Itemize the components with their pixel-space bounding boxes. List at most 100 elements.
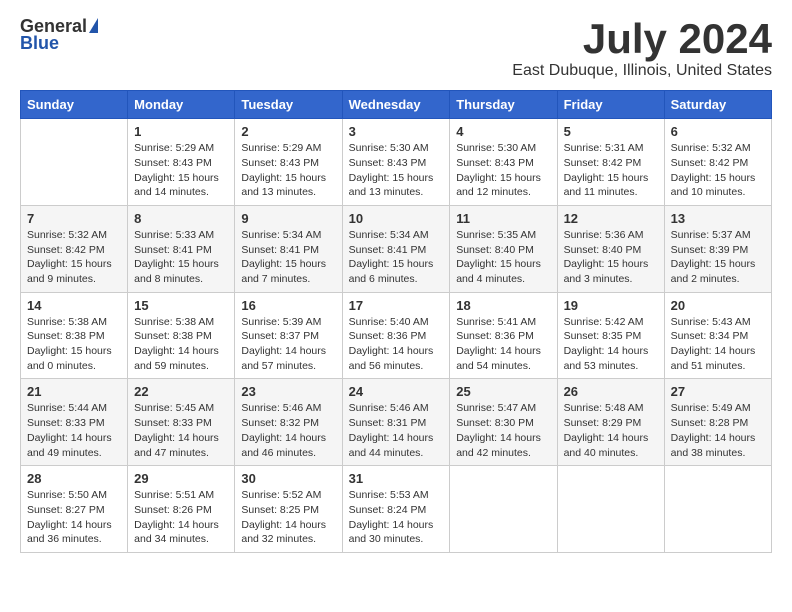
day-info: Sunrise: 5:46 AM Sunset: 8:32 PM Dayligh… <box>241 401 335 460</box>
day-cell <box>450 466 557 553</box>
day-info: Sunrise: 5:38 AM Sunset: 8:38 PM Dayligh… <box>27 315 121 374</box>
day-cell <box>21 119 128 206</box>
day-number: 13 <box>671 211 765 226</box>
day-number: 15 <box>134 298 228 313</box>
week-row-3: 14 Sunrise: 5:38 AM Sunset: 8:38 PM Dayli… <box>21 292 772 379</box>
page-header: General Blue July 2024 East Dubuque, Ill… <box>20 16 772 80</box>
day-info: Sunrise: 5:35 AM Sunset: 8:40 PM Dayligh… <box>456 228 550 287</box>
day-cell: 4 Sunrise: 5:30 AM Sunset: 8:43 PM Daylig… <box>450 119 557 206</box>
col-header-sunday: Sunday <box>21 91 128 119</box>
day-info: Sunrise: 5:43 AM Sunset: 8:34 PM Dayligh… <box>671 315 765 374</box>
day-info: Sunrise: 5:29 AM Sunset: 8:43 PM Dayligh… <box>134 141 228 200</box>
day-number: 11 <box>456 211 550 226</box>
day-number: 3 <box>349 124 444 139</box>
col-header-wednesday: Wednesday <box>342 91 450 119</box>
day-cell: 21Sunrise: 5:44 AM Sunset: 8:33 PM Dayli… <box>21 379 128 466</box>
day-info: Sunrise: 5:53 AM Sunset: 8:24 PM Dayligh… <box>349 488 444 547</box>
day-number: 31 <box>349 471 444 486</box>
day-info: Sunrise: 5:41 AM Sunset: 8:36 PM Dayligh… <box>456 315 550 374</box>
calendar-table: SundayMondayTuesdayWednesdayThursdayFrid… <box>20 90 772 553</box>
day-number: 7 <box>27 211 121 226</box>
day-info: Sunrise: 5:34 AM Sunset: 8:41 PM Dayligh… <box>349 228 444 287</box>
day-number: 17 <box>349 298 444 313</box>
day-info: Sunrise: 5:52 AM Sunset: 8:25 PM Dayligh… <box>241 488 335 547</box>
day-cell: 20 Sunrise: 5:43 AM Sunset: 8:34 PM Dayli… <box>664 292 771 379</box>
day-number: 26 <box>564 384 658 399</box>
location-title: East Dubuque, Illinois, United States <box>512 62 772 80</box>
day-info: Sunrise: 5:46 AM Sunset: 8:31 PM Dayligh… <box>349 401 444 460</box>
day-number: 25 <box>456 384 550 399</box>
day-info: Sunrise: 5:37 AM Sunset: 8:39 PM Dayligh… <box>671 228 765 287</box>
day-cell: 10 Sunrise: 5:34 AM Sunset: 8:41 PM Dayli… <box>342 205 450 292</box>
day-info: Sunrise: 5:50 AM Sunset: 8:27 PM Dayligh… <box>27 488 121 547</box>
day-info: Sunrise: 5:38 AM Sunset: 8:38 PM Dayligh… <box>134 315 228 374</box>
week-row-5: 28 Sunrise: 5:50 AM Sunset: 8:27 PM Dayli… <box>21 466 772 553</box>
calendar-header-row: SundayMondayTuesdayWednesdayThursdayFrid… <box>21 91 772 119</box>
day-info: Sunrise: 5:32 AM Sunset: 8:42 PM Dayligh… <box>671 141 765 200</box>
day-info: Sunrise: 5:48 AM Sunset: 8:29 PM Dayligh… <box>564 401 658 460</box>
day-number: 27 <box>671 384 765 399</box>
logo-triangle <box>89 18 98 33</box>
day-cell: 26 Sunrise: 5:48 AM Sunset: 8:29 PM Dayli… <box>557 379 664 466</box>
col-header-thursday: Thursday <box>450 91 557 119</box>
day-cell: 22Sunrise: 5:45 AM Sunset: 8:33 PM Dayli… <box>128 379 235 466</box>
day-info: Sunrise: 5:42 AM Sunset: 8:35 PM Dayligh… <box>564 315 658 374</box>
day-info: Sunrise: 5:51 AM Sunset: 8:26 PM Dayligh… <box>134 488 228 547</box>
day-number: 4 <box>456 124 550 139</box>
day-info: Sunrise: 5:36 AM Sunset: 8:40 PM Dayligh… <box>564 228 658 287</box>
day-cell: 29 Sunrise: 5:51 AM Sunset: 8:26 PM Dayli… <box>128 466 235 553</box>
week-row-2: 7 Sunrise: 5:32 AM Sunset: 8:42 PM Daylig… <box>21 205 772 292</box>
day-number: 14 <box>27 298 121 313</box>
day-info: Sunrise: 5:32 AM Sunset: 8:42 PM Dayligh… <box>27 228 121 287</box>
day-cell: 8 Sunrise: 5:33 AM Sunset: 8:41 PM Daylig… <box>128 205 235 292</box>
day-cell: 7 Sunrise: 5:32 AM Sunset: 8:42 PM Daylig… <box>21 205 128 292</box>
day-cell: 16Sunrise: 5:39 AM Sunset: 8:37 PM Dayli… <box>235 292 342 379</box>
day-info: Sunrise: 5:47 AM Sunset: 8:30 PM Dayligh… <box>456 401 550 460</box>
day-cell: 14 Sunrise: 5:38 AM Sunset: 8:38 PM Dayli… <box>21 292 128 379</box>
day-cell: 6 Sunrise: 5:32 AM Sunset: 8:42 PM Daylig… <box>664 119 771 206</box>
day-number: 22 <box>134 384 228 399</box>
week-row-1: 1 Sunrise: 5:29 AM Sunset: 8:43 PM Daylig… <box>21 119 772 206</box>
month-title: July 2024 <box>512 16 772 62</box>
day-number: 24 <box>349 384 444 399</box>
day-cell: 27Sunrise: 5:49 AM Sunset: 8:28 PM Dayli… <box>664 379 771 466</box>
day-cell: 11 Sunrise: 5:35 AM Sunset: 8:40 PM Dayli… <box>450 205 557 292</box>
day-number: 12 <box>564 211 658 226</box>
day-number: 20 <box>671 298 765 313</box>
day-cell: 25 Sunrise: 5:47 AM Sunset: 8:30 PM Dayli… <box>450 379 557 466</box>
day-number: 10 <box>349 211 444 226</box>
day-info: Sunrise: 5:39 AM Sunset: 8:37 PM Dayligh… <box>241 315 335 374</box>
day-info: Sunrise: 5:31 AM Sunset: 8:42 PM Dayligh… <box>564 141 658 200</box>
day-cell: 19 Sunrise: 5:42 AM Sunset: 8:35 PM Dayli… <box>557 292 664 379</box>
day-cell: 23Sunrise: 5:46 AM Sunset: 8:32 PM Dayli… <box>235 379 342 466</box>
day-cell: 24 Sunrise: 5:46 AM Sunset: 8:31 PM Dayli… <box>342 379 450 466</box>
col-header-saturday: Saturday <box>664 91 771 119</box>
day-number: 21 <box>27 384 121 399</box>
day-cell: 31 Sunrise: 5:53 AM Sunset: 8:24 PM Dayli… <box>342 466 450 553</box>
week-row-4: 21Sunrise: 5:44 AM Sunset: 8:33 PM Dayli… <box>21 379 772 466</box>
logo: General Blue <box>20 16 98 54</box>
day-number: 6 <box>671 124 765 139</box>
day-cell: 3 Sunrise: 5:30 AM Sunset: 8:43 PM Daylig… <box>342 119 450 206</box>
day-cell: 15 Sunrise: 5:38 AM Sunset: 8:38 PM Dayli… <box>128 292 235 379</box>
day-info: Sunrise: 5:34 AM Sunset: 8:41 PM Dayligh… <box>241 228 335 287</box>
day-cell: 18Sunrise: 5:41 AM Sunset: 8:36 PM Dayli… <box>450 292 557 379</box>
day-info: Sunrise: 5:29 AM Sunset: 8:43 PM Dayligh… <box>241 141 335 200</box>
day-number: 29 <box>134 471 228 486</box>
day-cell: 17 Sunrise: 5:40 AM Sunset: 8:36 PM Dayli… <box>342 292 450 379</box>
col-header-friday: Friday <box>557 91 664 119</box>
day-number: 19 <box>564 298 658 313</box>
col-header-tuesday: Tuesday <box>235 91 342 119</box>
day-cell: 12 Sunrise: 5:36 AM Sunset: 8:40 PM Dayli… <box>557 205 664 292</box>
day-info: Sunrise: 5:30 AM Sunset: 8:43 PM Dayligh… <box>349 141 444 200</box>
day-info: Sunrise: 5:30 AM Sunset: 8:43 PM Dayligh… <box>456 141 550 200</box>
day-cell <box>664 466 771 553</box>
day-number: 5 <box>564 124 658 139</box>
day-number: 8 <box>134 211 228 226</box>
day-number: 1 <box>134 124 228 139</box>
day-info: Sunrise: 5:33 AM Sunset: 8:41 PM Dayligh… <box>134 228 228 287</box>
day-info: Sunrise: 5:40 AM Sunset: 8:36 PM Dayligh… <box>349 315 444 374</box>
title-area: July 2024 East Dubuque, Illinois, United… <box>512 16 772 80</box>
day-number: 28 <box>27 471 121 486</box>
day-cell: 13 Sunrise: 5:37 AM Sunset: 8:39 PM Dayli… <box>664 205 771 292</box>
